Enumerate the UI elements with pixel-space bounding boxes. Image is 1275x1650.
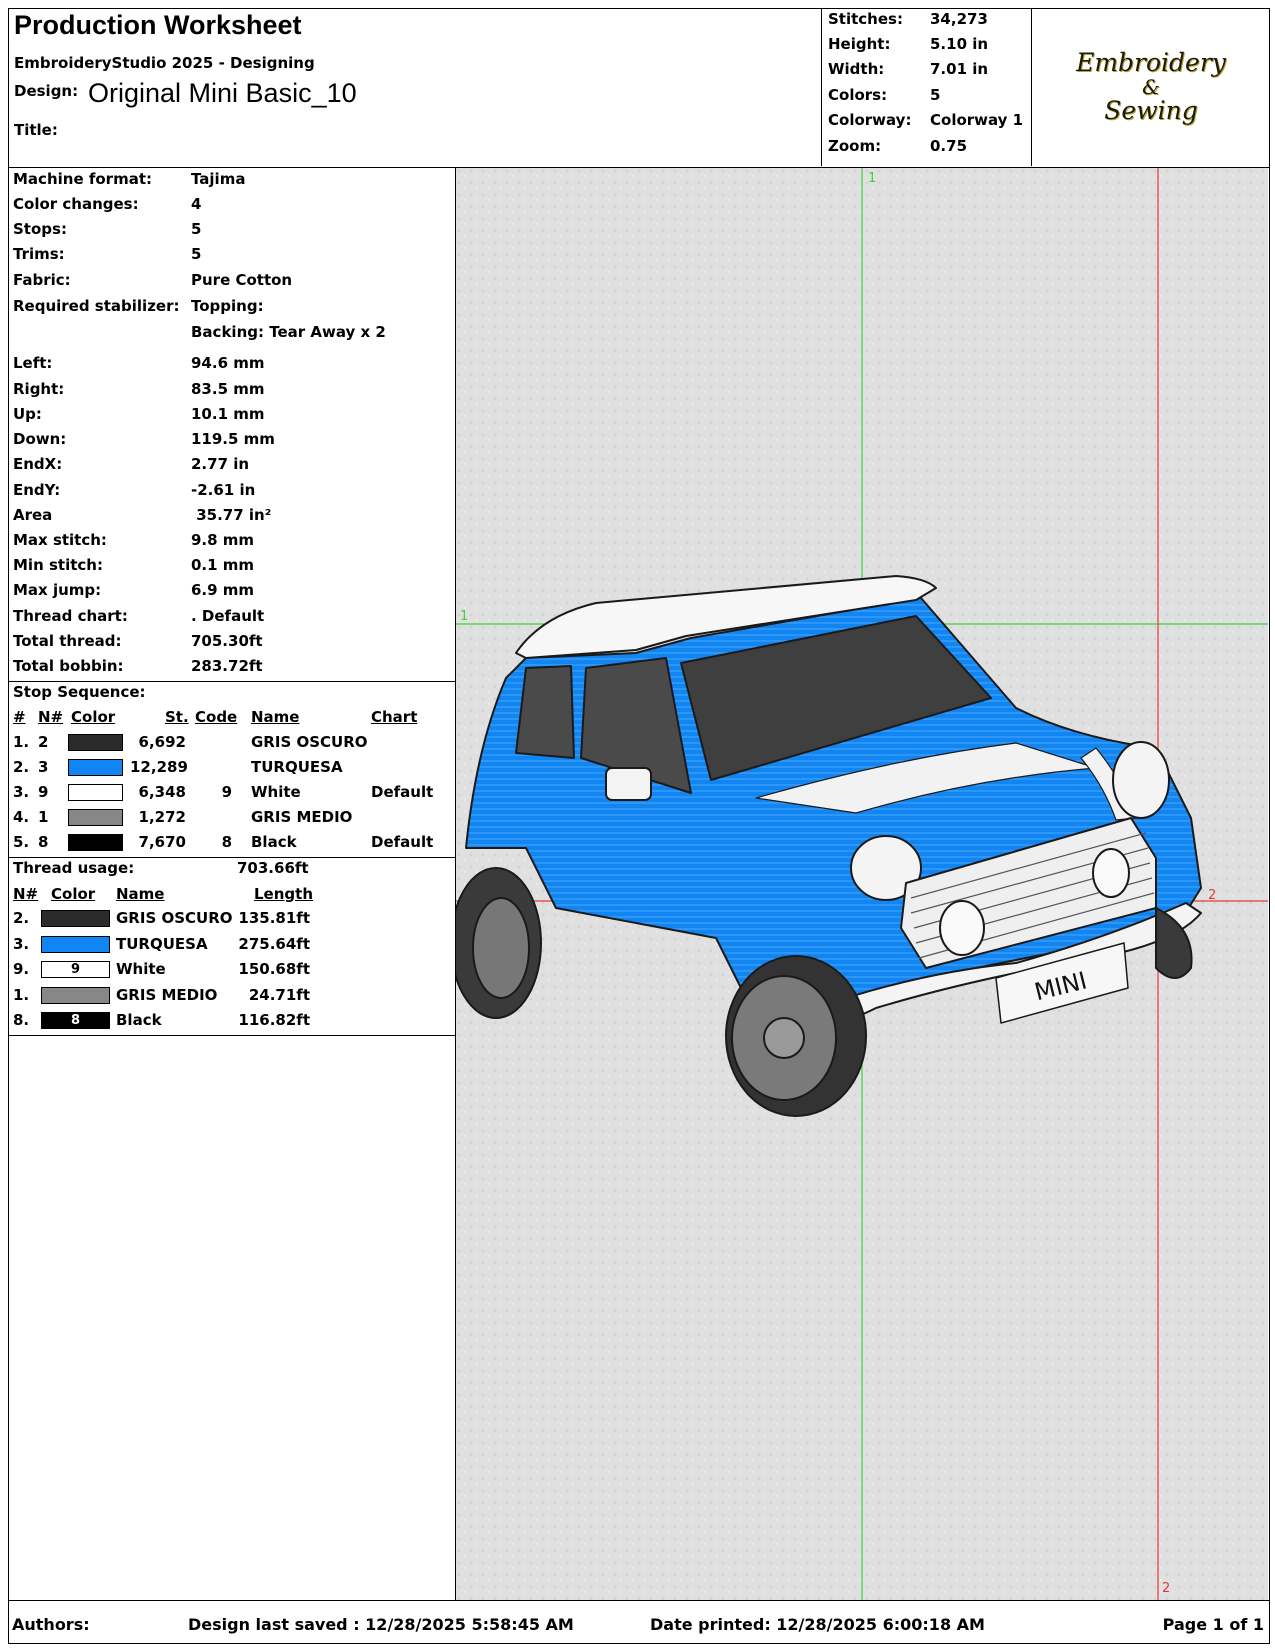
date-printed: Date printed: 12/28/2025 6:00:18 AM xyxy=(650,1615,985,1634)
detail-stabilizer: Required stabilizer: Topping: xyxy=(13,297,264,315)
details-panel: Machine format: Tajima Color changes: 4 St… xyxy=(8,168,456,1600)
detail-down: Down: 119.5 mm xyxy=(13,430,275,448)
thread-col-color: Color xyxy=(51,885,96,903)
title-label: Title: xyxy=(14,121,58,139)
authors-label: Authors: xyxy=(12,1615,90,1634)
detail-min-stitch: Min stitch: 0.1 mm xyxy=(13,556,255,574)
detail-max-jump: Max jump: 6.9 mm xyxy=(13,581,255,599)
header-title-block: Production Worksheet EmbroideryStudio 20… xyxy=(8,8,822,166)
stop-col-name: Name xyxy=(251,708,300,726)
guide-marker-right: 2 xyxy=(1208,888,1216,903)
stop-col-code: Code xyxy=(195,708,238,726)
stat-zoom: Zoom: 0.75 xyxy=(828,137,968,155)
worksheet-header: Production Worksheet EmbroideryStudio 20… xyxy=(8,8,1270,168)
guide-marker-bottom: 2 xyxy=(1162,1581,1170,1596)
stop-col-st: St. xyxy=(165,708,189,726)
design-preview: 1 1 2 2 MINI xyxy=(456,168,1268,1600)
color-swatch: 8 xyxy=(41,1012,110,1029)
detail-stops: Stops: 5 xyxy=(13,220,202,238)
color-swatch xyxy=(41,910,110,927)
color-swatch xyxy=(68,784,123,801)
stop-col-color: Color xyxy=(71,708,116,726)
detail-up: Up: 10.1 mm xyxy=(13,405,265,423)
detail-total-bobbin: Total bobbin: 283.72ft xyxy=(13,657,263,675)
stat-colors: Colors: 5 xyxy=(828,86,941,104)
design-preview-canvas: 1 1 2 2 MINI xyxy=(456,168,1268,1600)
page-title: Production Worksheet xyxy=(14,10,302,40)
detail-backing: Backing: Tear Away x 2 xyxy=(191,323,386,341)
guide-marker-top: 1 xyxy=(868,171,876,186)
color-swatch xyxy=(68,809,123,826)
detail-fabric: Fabric: Pure Cotton xyxy=(13,271,293,289)
detail-machine-format: Machine format: Tajima xyxy=(13,170,246,188)
divider xyxy=(8,857,456,858)
page-number: Page 1 of 1 xyxy=(1162,1615,1264,1634)
color-swatch xyxy=(41,987,110,1004)
guide-marker-left: 1 xyxy=(460,609,468,624)
stat-width: Width: 7.01 in xyxy=(828,60,989,78)
worksheet-footer: Authors: Design last saved : 12/28/2025 … xyxy=(8,1600,1270,1644)
stat-colorway: Colorway: Colorway 1 xyxy=(828,111,1024,129)
detail-total-thread: Total thread: 705.30ft xyxy=(13,632,263,650)
thread-col-name: Name xyxy=(116,885,165,903)
stop-col-chart: Chart xyxy=(371,708,418,726)
brand-logo: Embroidery & Sewing xyxy=(1076,48,1226,125)
detail-area: Area 35.77 in² xyxy=(13,506,272,524)
thread-col-length: Length xyxy=(254,885,313,903)
detail-endx: EndX: 2.77 in xyxy=(13,455,250,473)
divider xyxy=(8,1035,456,1036)
design-label: Design: xyxy=(14,82,79,100)
stop-col-n: N# xyxy=(38,708,64,726)
detail-color-changes: Color changes: 4 xyxy=(13,195,202,213)
color-swatch xyxy=(68,734,123,751)
color-swatch: 9 xyxy=(41,961,110,978)
stat-height: Height: 5.10 in xyxy=(828,35,989,53)
color-swatch xyxy=(41,936,110,953)
detail-right: Right: 83.5 mm xyxy=(13,380,265,398)
color-swatch xyxy=(68,759,123,776)
thread-usage-title: Thread usage: xyxy=(13,859,135,877)
detail-thread-chart: Thread chart:. Default xyxy=(13,607,265,625)
detail-trims: Trims: 5 xyxy=(13,245,202,263)
detail-left: Left: 94.6 mm xyxy=(13,354,265,372)
stat-stitches: Stitches: 34,273 xyxy=(828,10,988,28)
thread-col-n: N# xyxy=(13,885,39,903)
detail-endy: EndY: -2.61 in xyxy=(13,481,256,499)
stop-col-num: # xyxy=(13,708,26,726)
divider xyxy=(8,681,456,682)
software-subtitle: EmbroideryStudio 2025 - Designing xyxy=(14,54,315,72)
design-name: Original Mini Basic_10 xyxy=(88,78,357,108)
stop-sequence-title: Stop Sequence: xyxy=(13,683,146,701)
detail-max-stitch: Max stitch: 9.8 mm xyxy=(13,531,255,549)
design-last-saved: Design last saved : 12/28/2025 5:58:45 A… xyxy=(188,1615,574,1634)
header-stats: Stitches: 34,273 Height: 5.10 in Width: 7.0… xyxy=(822,8,1032,166)
color-swatch xyxy=(68,834,123,851)
thread-usage-total: 703.66ft xyxy=(237,859,309,877)
